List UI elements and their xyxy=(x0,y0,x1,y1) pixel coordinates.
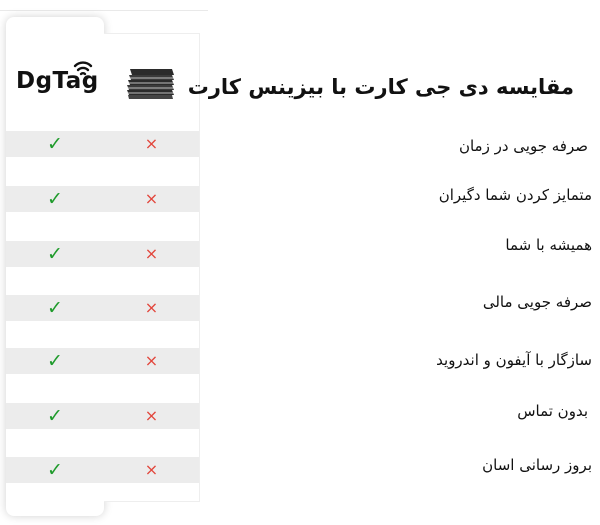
cross-icon: × xyxy=(144,460,159,479)
top-divider xyxy=(0,10,208,11)
cross-icon: × xyxy=(144,351,159,370)
feature-label: بروز رسانی اسان xyxy=(482,456,592,474)
feature-label: صرفه جویی در زمان xyxy=(458,137,588,155)
table-row: ✓ × xyxy=(6,348,199,374)
feature-label: همیشه با شما xyxy=(505,236,592,254)
cross-icon: × xyxy=(144,406,159,425)
check-icon: ✓ xyxy=(47,188,63,210)
feature-label: سازگار با آیفون و اندروید xyxy=(436,351,592,369)
check-icon: ✓ xyxy=(47,297,63,319)
cross-icon: × xyxy=(144,189,159,208)
dgtag-logo: DgTag xyxy=(6,58,104,100)
table-row: ✓ × xyxy=(6,295,199,321)
feature-label: صرفه جویی مالی xyxy=(482,293,592,311)
check-icon: ✓ xyxy=(47,405,63,427)
card-stack-icon xyxy=(127,69,174,99)
check-icon: ✓ xyxy=(47,133,63,155)
table-row: ✓ × xyxy=(6,403,199,429)
feature-label: متمایز کردن شما دگیران xyxy=(438,186,592,204)
wireless-icon xyxy=(73,61,93,76)
check-icon: ✓ xyxy=(47,350,63,372)
table-row: ✓ × xyxy=(6,131,199,157)
cross-icon: × xyxy=(144,244,159,263)
check-icon: ✓ xyxy=(47,243,63,265)
table-row: ✓ × xyxy=(6,241,199,267)
check-icon: ✓ xyxy=(47,459,63,481)
feature-label: بدون تماس xyxy=(517,402,588,420)
table-row: ✓ × xyxy=(6,457,199,483)
page-title: مقایسه دی جی کارت با بیزینس کارت xyxy=(187,75,574,99)
business-card-column xyxy=(104,33,200,502)
cross-icon: × xyxy=(144,298,159,317)
table-row: ✓ × xyxy=(6,186,199,212)
cross-icon: × xyxy=(144,134,159,153)
